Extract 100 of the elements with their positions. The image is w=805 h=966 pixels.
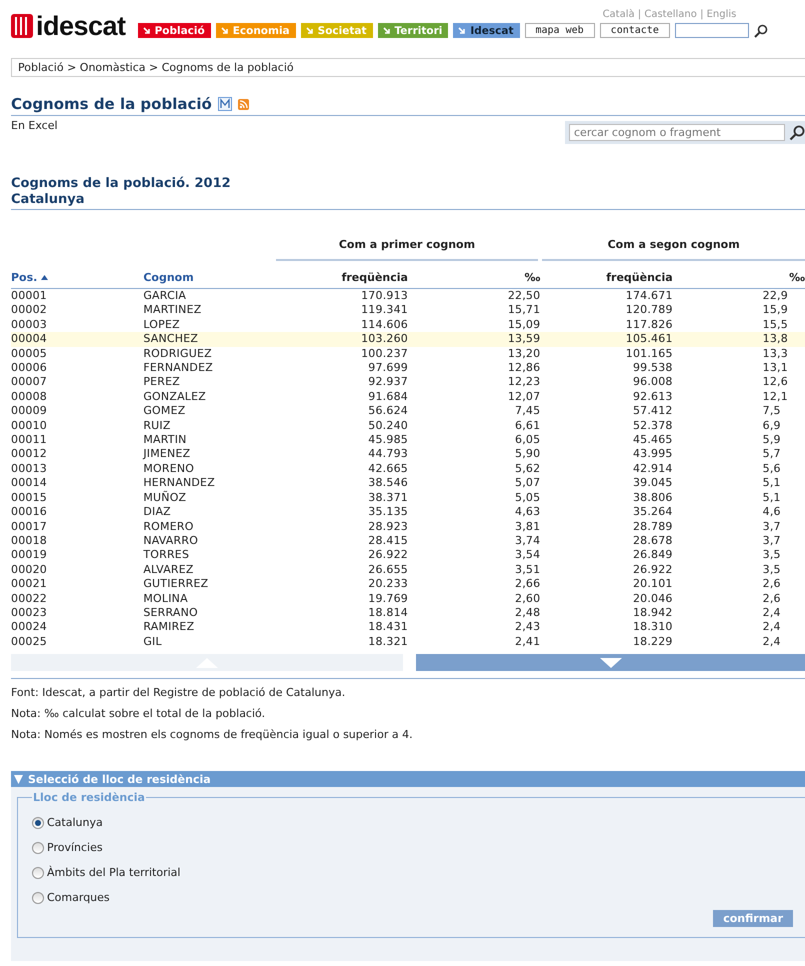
table-row[interactable]: 00024 RAMIREZ 18.431 2,43 18.310 2,4 — [11, 620, 805, 635]
nav-tab[interactable]: Població — [138, 23, 211, 38]
table-row[interactable]: 00017 ROMERO 28.923 3,81 28.789 3,7 — [11, 520, 805, 534]
arrow-icon — [220, 26, 229, 34]
table-cell-text: 6,61 — [514, 418, 540, 434]
radio-button[interactable] — [32, 842, 44, 854]
table-row[interactable]: 00025 GIL 18.321 2,41 18.229 2,4 — [11, 634, 805, 650]
table-cell: LOPEZ — [143, 318, 276, 332]
table-cell-text: 12,23 — [506, 375, 540, 390]
table-cell-text: 00009 — [11, 404, 48, 419]
table-cell-text: RAMIREZ — [143, 620, 196, 635]
nav-link[interactable]: contacte — [600, 23, 670, 38]
table-cell-text: 12,86 — [506, 361, 540, 376]
search-field[interactable] — [674, 23, 749, 38]
table-row[interactable]: 00012 JIMENEZ 44.793 5,90 43.995 5,7 — [11, 447, 805, 462]
table-row[interactable]: 00001 GARCIA 170.913 22,50 174.671 22,9 — [11, 288, 805, 304]
table-cell-text: 2,60 — [514, 592, 540, 606]
table-cell-text: MOLINA — [143, 592, 189, 606]
table-cell-text: 00025 — [11, 634, 48, 650]
table-row[interactable]: 00006 FERNANDEZ 97.699 12,86 99.538 13,1 — [11, 361, 805, 376]
table-cell: 117.826 — [540, 318, 673, 332]
table-cell-text: 00002 — [11, 303, 48, 318]
nav-tab[interactable]: Idescat — [453, 23, 520, 38]
table-cell-text: 2,41 — [514, 634, 540, 650]
table-cell-text: 20.046 — [632, 592, 673, 606]
table-cell: 00005 — [11, 346, 144, 362]
table-row[interactable]: 00010 RUIZ 50.240 6,61 52.378 6,9 — [11, 418, 805, 434]
note-text: Nota: ‰ calculat sobre el total de la població. — [11, 706, 266, 722]
table-cell-text: DIAZ — [143, 505, 172, 520]
search-field[interactable]: cercar cognom o fragment — [569, 124, 785, 141]
table-cell-text: 39.045 — [632, 476, 673, 491]
table-cell-text: 5,6 — [762, 462, 782, 476]
table-row[interactable]: 00021 GUTIERREZ 20.233 2,66 20.101 2,6 — [11, 577, 805, 592]
table-cell-text: 43.995 — [632, 447, 673, 462]
arrow-icon — [458, 26, 466, 34]
table-cell-text: 7,45 — [514, 404, 540, 419]
table-row[interactable]: 00005 RODRIGUEZ 100.237 13,20 101.165 13,3 — [11, 346, 805, 362]
table-cell-text: MARTINEZ — [143, 303, 202, 318]
table-cell-text: 45.465 — [632, 433, 673, 448]
table-row[interactable]: 00014 HERNANDEZ 38.546 5,07 39.045 5,1 — [11, 476, 805, 491]
table-row[interactable]: 00023 SERRANO 18.814 2,48 18.942 2,4 — [11, 606, 805, 620]
page-down-button[interactable] — [416, 654, 805, 672]
table-row[interactable]: 00008 GONZALEZ 91.684 12,07 92.613 12,1 — [11, 390, 805, 404]
table-row[interactable]: 00013 MORENO 42.665 5,62 42.914 5,6 — [11, 462, 805, 476]
table-cell-text: 13,1 — [762, 361, 789, 376]
table-cell-text: 52.378 — [632, 418, 673, 434]
radio-label[interactable]: Províncies — [47, 841, 103, 854]
table-row[interactable]: 00022 MOLINA 19.769 2,60 20.046 2,6 — [11, 592, 805, 606]
nav-link[interactable]: mapa web — [524, 23, 595, 38]
table-cell-text: NAVARRO — [143, 534, 200, 548]
table-cell-text: 26.922 — [632, 562, 673, 578]
table-cell-text: 2,4 — [762, 620, 782, 635]
radio-button[interactable] — [32, 816, 44, 829]
table-cell-text: MUÑOZ — [143, 490, 188, 506]
table-cell-text: 15,71 — [506, 303, 540, 318]
table-cell: 00001 — [11, 288, 144, 304]
table-row[interactable]: 00002 MARTINEZ 119.341 15,71 120.789 15,9 — [11, 303, 805, 318]
table-cell-text: 18.310 — [632, 620, 673, 635]
table-cell-text: 3,7 — [762, 520, 782, 534]
table-cell-text: 18.814 — [367, 606, 408, 620]
table-cell-text: 5,62 — [514, 462, 540, 476]
table-cell-text: 20.101 — [632, 577, 673, 592]
table-row[interactable]: 00003 LOPEZ 114.606 15,09 117.826 15,5 — [11, 318, 805, 332]
table-cell-text: 5,7 — [762, 447, 782, 462]
table-row[interactable]: 00016 DIAZ 35.135 4,63 35.264 4,6 — [11, 505, 805, 520]
table-row[interactable]: 00004 SANCHEZ 103.260 13,59 105.461 13,8 — [11, 332, 805, 347]
table-cell-text: 5,90 — [514, 447, 540, 462]
table-cell-text: 38.371 — [367, 490, 408, 506]
table-cell: SANCHEZ — [143, 332, 276, 347]
table-cell-text: 00022 — [11, 592, 48, 606]
column-header[interactable]: Pos. — [11, 260, 144, 288]
table-cell-text: ROMERO — [143, 520, 195, 534]
table-cell-text: 42.665 — [367, 462, 408, 476]
table-row[interactable]: 00019 TORRES 26.922 3,54 26.849 3,5 — [11, 548, 805, 563]
radio-label[interactable]: Àmbits del Pla territorial — [47, 866, 180, 880]
radio-button[interactable] — [32, 892, 44, 904]
table-row[interactable]: 00020 ALVAREZ 26.655 3,51 26.922 3,5 — [11, 562, 805, 578]
radio-label[interactable]: Catalunya — [47, 816, 103, 830]
table-cell-text: 2,6 — [762, 577, 782, 592]
table-cell-text: TORRES — [143, 548, 190, 563]
table-row[interactable]: 00018 NAVARRO 28.415 3,74 28.678 3,7 — [11, 534, 805, 548]
arrow-icon — [382, 26, 391, 34]
table-cell-text: 38.546 — [367, 476, 408, 491]
note-text: Nota: Només es mostren els cognoms de freqüència igual o superior a 4. — [11, 727, 414, 742]
radio-button[interactable] — [32, 866, 44, 879]
table-row[interactable]: 00009 GOMEZ 56.624 7,45 57.412 7,5 — [11, 404, 805, 419]
table-row[interactable]: 00007 PEREZ 92.937 12,23 96.008 12,6 — [11, 375, 805, 390]
search-icon — [789, 124, 805, 140]
table-row[interactable]: 00015 MUÑOZ 38.371 5,05 38.806 5,1 — [11, 490, 805, 506]
table-cell-text: 2,4 — [762, 606, 782, 620]
table-row[interactable]: 00011 MARTIN 45.985 6,05 45.465 5,9 — [11, 433, 805, 448]
table-cell-text: 00013 — [11, 462, 48, 476]
table-cell: 00004 — [11, 332, 144, 347]
table-cell-text: JIMENEZ — [143, 447, 192, 462]
table-cell: 15,09 — [408, 318, 540, 332]
radio-label[interactable]: Comarques — [47, 891, 110, 904]
table-cell-text: 28.923 — [367, 520, 408, 534]
table-cell-text: 6,9 — [762, 418, 782, 434]
excel-link[interactable]: En Excel — [11, 119, 58, 132]
table-cell-text: 38.806 — [632, 490, 673, 506]
